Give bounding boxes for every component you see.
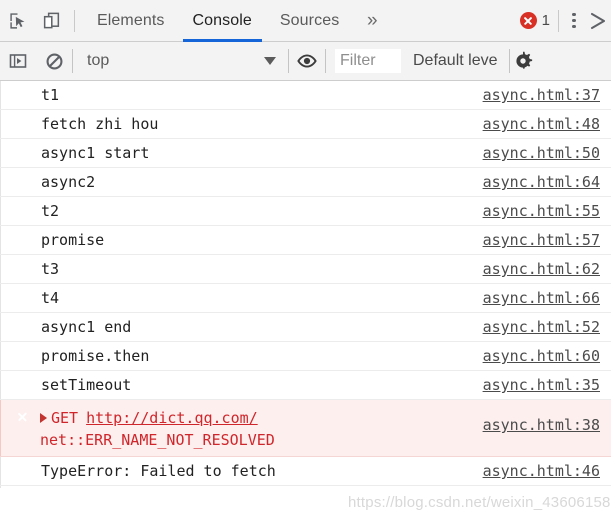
console-message-text: async2 (41, 172, 96, 191)
console-message-text: setTimeout (41, 375, 132, 394)
console-row[interactable]: promise async.html:57 (0, 226, 611, 255)
tab-elements[interactable]: Elements (83, 0, 179, 42)
console-row[interactable]: async2 async.html:64 (0, 168, 611, 197)
tabbar-right-group: 1 (516, 0, 611, 42)
console-source-link[interactable]: async.html:60 (483, 347, 600, 365)
console-message-list[interactable]: t1 async.html:37 fetch zhi hou async.htm… (0, 81, 611, 488)
console-prompt[interactable]: ❯ (0, 486, 611, 488)
console-source-link[interactable]: async.html:57 (483, 231, 600, 249)
console-source-link[interactable]: async.html:46 (483, 462, 600, 480)
tab-sources-label: Sources (279, 11, 340, 29)
console-row[interactable]: promise.then async.html:60 (0, 342, 611, 371)
gear-icon[interactable] (512, 42, 546, 80)
error-count-label: 1 (541, 12, 550, 29)
console-source-link[interactable]: async.html:35 (483, 376, 600, 394)
console-sidebar-icon[interactable] (0, 42, 36, 80)
tab-elements-label: Elements (97, 11, 165, 29)
console-message-text: t1 (41, 85, 60, 104)
error-circle-icon (13, 408, 31, 426)
console-row[interactable]: t2 async.html:55 (0, 197, 611, 226)
toolbar-divider-6 (508, 49, 510, 73)
console-source-link[interactable]: async.html:38 (483, 416, 600, 434)
console-error-detail: net::ERR_NAME_NOT_RESOLVED (40, 431, 275, 449)
console-row[interactable]: fetch zhi hou async.html:48 (0, 110, 611, 139)
more-options-icon[interactable] (559, 0, 589, 42)
console-message-text: promise (41, 230, 105, 249)
console-filter-toolbar: top Filter Default leve (0, 42, 611, 81)
execution-context-label: top (87, 52, 110, 69)
console-row[interactable]: async1 end async.html:52 (0, 313, 611, 342)
console-message-text: async1 end (41, 317, 132, 336)
console-message-text: t4 (41, 288, 60, 307)
close-icon[interactable] (589, 0, 611, 42)
error-circle-icon (519, 12, 537, 29)
log-levels-label: Default leve (413, 52, 498, 69)
filter-placeholder: Filter (340, 52, 376, 69)
console-row[interactable]: t3 async.html:62 (0, 255, 611, 284)
expand-triangle-icon[interactable] (40, 413, 47, 423)
console-source-link[interactable]: async.html:55 (483, 202, 600, 220)
console-source-link[interactable]: async.html:62 (483, 260, 600, 278)
live-expression-icon[interactable] (289, 42, 325, 80)
console-row[interactable]: TypeError: Failed to fetch async.html:46 (0, 457, 611, 486)
console-message-text: async1 start (41, 143, 150, 162)
devtools-tabbar: Elements Console Sources » 1 (0, 0, 611, 42)
console-source-link[interactable]: async.html:37 (483, 86, 600, 104)
inspect-element-icon[interactable] (0, 1, 34, 41)
console-source-link[interactable]: async.html:48 (483, 115, 600, 133)
filter-input[interactable]: Filter (335, 49, 401, 73)
console-message-text: TypeError: Failed to fetch (41, 461, 276, 480)
tab-sources[interactable]: Sources (266, 0, 353, 42)
console-error-row[interactable]: GET http://dict.qq.com/ net::ERR_NAME_NO… (0, 400, 611, 457)
device-toolbar-icon[interactable] (34, 1, 68, 41)
watermark: https://blog.csdn.net/weixin_43606158 (348, 494, 611, 511)
more-tabs-label: » (367, 9, 378, 31)
console-source-link[interactable]: async.html:66 (483, 289, 600, 307)
console-row[interactable]: t4 async.html:66 (0, 284, 611, 313)
console-source-link[interactable]: async.html:50 (483, 144, 600, 162)
more-tabs-icon[interactable]: » (353, 0, 391, 42)
toolbar-divider (74, 9, 75, 32)
console-message-text: fetch zhi hou (41, 114, 159, 133)
console-row[interactable]: t1 async.html:37 (0, 81, 611, 110)
console-message-text: promise.then (41, 346, 150, 365)
console-source-link[interactable]: async.html:64 (483, 173, 600, 191)
clear-console-icon[interactable] (36, 42, 72, 80)
tab-console[interactable]: Console (179, 0, 266, 42)
console-error-method: GET (51, 409, 79, 427)
console-message-text: t2 (41, 201, 60, 220)
console-message-text: t3 (41, 259, 60, 278)
chevron-down-icon (264, 57, 276, 65)
devtools-window: Elements Console Sources » 1 top Filter … (0, 0, 611, 528)
console-error-url[interactable]: http://dict.qq.com/ (86, 407, 258, 429)
console-error-body: GET http://dict.qq.com/ net::ERR_NAME_NO… (0, 400, 275, 451)
tab-console-label: Console (192, 11, 252, 29)
toolbar-divider-5 (325, 49, 326, 73)
console-source-link[interactable]: async.html:52 (483, 318, 600, 336)
execution-context-select[interactable]: top (73, 42, 288, 80)
console-row[interactable]: setTimeout async.html:35 (0, 371, 611, 400)
console-row[interactable]: async1 start async.html:50 (0, 139, 611, 168)
error-count-badge[interactable]: 1 (516, 0, 558, 42)
log-levels-select[interactable]: Default leve (401, 52, 509, 70)
